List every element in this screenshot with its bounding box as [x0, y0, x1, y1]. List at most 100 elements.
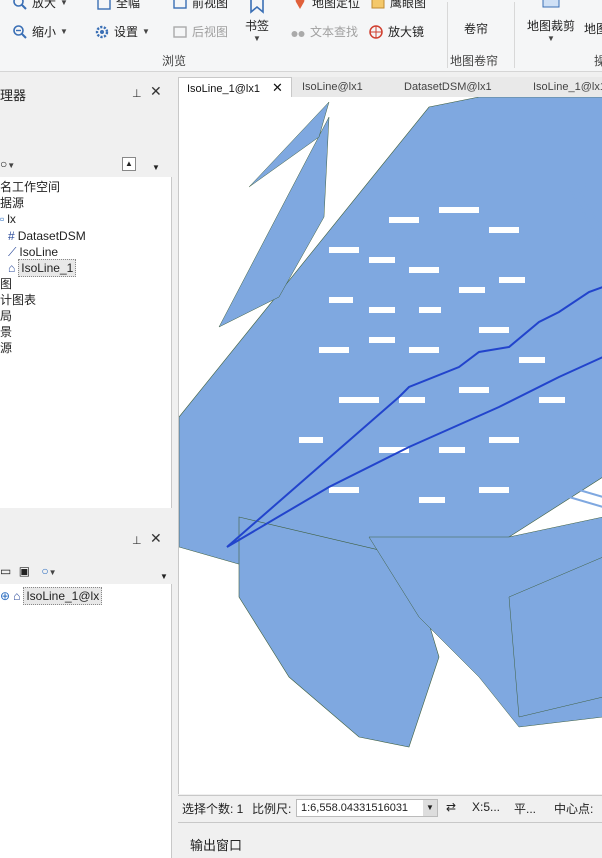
magnifier-button[interactable]: 放大镜	[368, 23, 424, 40]
collapse-up-icon[interactable]: ▲	[122, 157, 136, 171]
tab-datasetdsm[interactable]: DatasetDSM@lx1	[404, 77, 492, 97]
map-more-label: 地图	[584, 22, 602, 36]
crosshair-icon	[369, 24, 383, 39]
tree-item-isoline[interactable]: ⟋ IsoLine	[8, 244, 58, 260]
output-title: 输出窗口	[190, 838, 243, 853]
prev-view-label: 前视图	[192, 0, 229, 10]
pin-icon[interactable]: ⊥	[132, 87, 142, 100]
region-icon: ⌂	[8, 261, 16, 275]
map-canvas[interactable]	[178, 97, 602, 794]
tree-item-maps[interactable]: 图	[0, 276, 12, 292]
zoom-out-label: 缩小	[32, 25, 57, 39]
bookmark-label: 书签	[244, 19, 269, 33]
bookmark-button[interactable]: 书签 ▼	[240, 0, 274, 43]
scale-label: 比例尺:	[252, 802, 292, 816]
layer-tree: ⊕ ⌂ IsoLine_1@lx	[0, 584, 172, 858]
map-svg	[179, 97, 602, 748]
gear-icon	[95, 25, 109, 38]
search-icon[interactable]: ○	[41, 564, 48, 578]
next-view-button[interactable]: 后视图	[172, 23, 228, 40]
tab-isoline[interactable]: IsoLine@lx1	[302, 77, 363, 97]
tree-item-scenes[interactable]: 景	[0, 324, 12, 340]
tree-item-layouts[interactable]: 局	[0, 308, 12, 324]
clip-icon	[542, 0, 560, 8]
roll-button[interactable]: 卷帘	[456, 20, 496, 37]
selected-count: 选择个数: 1	[182, 802, 244, 816]
tree-item-workspace[interactable]: 名工作空间	[0, 179, 60, 195]
map-more-button[interactable]: 地图	[584, 20, 602, 37]
layer-panel-header: ⊥ ✕ ▭ ▣ ○▼ ▼	[0, 520, 172, 584]
map-clip-label: 地图裁剪	[526, 19, 575, 33]
tree-item-resources[interactable]: 源	[0, 340, 12, 356]
close-icon[interactable]: ✕	[150, 83, 162, 100]
magnifier-minus-icon	[13, 24, 27, 39]
eagle-eye-icon	[371, 0, 385, 8]
chevron-down-icon: ▼	[60, 27, 68, 36]
grid-icon: #	[8, 229, 15, 243]
chevron-down-icon: ▼	[142, 27, 150, 36]
chevron-down-icon: ▼	[547, 34, 555, 43]
pin-icon[interactable]: ⊥	[132, 534, 142, 547]
visible-toggle-icon[interactable]: ⊕	[0, 588, 10, 604]
tree-item-lx[interactable]: ▫ lx	[0, 211, 16, 227]
prev-view-button[interactable]: 前视图	[172, 0, 228, 11]
scale-input[interactable]: 1:6,558.04331516031 ▼	[296, 799, 438, 817]
chevron-down-icon: ▼	[253, 34, 261, 43]
full-extent-button[interactable]: 全幅	[96, 0, 140, 11]
zoom-in-button[interactable]: 放大 ▼	[12, 0, 68, 11]
scroll-down-icon[interactable]: ▼	[160, 572, 168, 581]
flat-toggle[interactable]: 平...	[514, 800, 536, 817]
tree-item-isoline1[interactable]: ⌂ IsoLine_1	[8, 259, 77, 277]
tab-isoline1-second[interactable]: IsoLine_1@lx1	[533, 77, 602, 97]
next-view-label: 后视图	[192, 25, 229, 39]
next-view-icon	[173, 25, 187, 38]
search-icon[interactable]: ○▼	[0, 157, 15, 171]
map-clip-button[interactable]: 地图裁剪 ▼	[524, 0, 578, 43]
chevron-down-icon[interactable]: ▼	[423, 800, 437, 816]
status-bar: 选择个数: 1 比例尺: 1:6,558.04331516031 ▼ ⇄ X:5…	[178, 795, 602, 819]
location-pin-icon	[295, 0, 305, 9]
magnifier-label: 放大镜	[388, 25, 425, 39]
text-search-button[interactable]: 文本查找	[290, 23, 358, 40]
binoculars-icon	[291, 30, 305, 37]
magnifier-plus-icon	[13, 0, 27, 10]
bookmark-icon	[250, 0, 264, 14]
text-search-label: 文本查找	[310, 25, 359, 39]
ribbon-separator	[447, 2, 448, 68]
zoom-out-button[interactable]: 缩小 ▼	[12, 23, 68, 40]
zoom-in-label: 放大	[32, 0, 57, 10]
workspace-tree: 名工作空间 据源 ▫ lx # DatasetDSM ⟋ IsoLine ⌂ I…	[0, 163, 172, 508]
tree-item-charts[interactable]: 计图表	[0, 292, 36, 308]
layer-tool-icon[interactable]: ▭	[0, 564, 11, 578]
settings-label: 设置	[114, 25, 139, 39]
chevron-down-icon: ▼	[60, 0, 68, 7]
tree-item-datasources[interactable]: 据源	[0, 195, 24, 211]
tab-isoline1-active[interactable]: IsoLine_1@lx1 ✕	[178, 77, 292, 97]
eagle-eye-button[interactable]: 鹰眼图	[370, 0, 426, 11]
close-icon[interactable]: ✕	[150, 530, 162, 547]
roll-label: 卷帘	[463, 22, 488, 36]
workspace-panel-title: 理器	[0, 88, 27, 103]
group-label-browse: 浏览	[162, 54, 187, 68]
settings-button[interactable]: 设置 ▼	[94, 23, 150, 40]
layer-item-isoline1[interactable]: ⊕ ⌂ IsoLine_1@lx	[0, 587, 103, 605]
full-extent-label: 全幅	[116, 0, 141, 10]
output-window: 输出窗口	[178, 822, 602, 858]
datasource-icon: ▫	[0, 212, 5, 226]
region-icon: ⌂	[13, 589, 21, 603]
eagle-eye-label: 鹰眼图	[390, 0, 427, 10]
map-locate-label: 地图定位	[312, 0, 361, 10]
ribbon-separator	[514, 2, 515, 68]
scale-value: 1:6,558.04331516031	[301, 802, 409, 814]
ribbon: 放大 ▼ 全幅 前视图 地图定位 鹰眼图 缩小 ▼ 设置 ▼ 后视图 文本查找 放大镜…	[0, 0, 602, 72]
layer-toolbar: ▭ ▣ ○▼	[0, 564, 57, 578]
swap-icon[interactable]: ⇄	[446, 800, 456, 814]
tree-item-datasetdsm[interactable]: # DatasetDSM	[8, 228, 86, 244]
scroll-down-icon[interactable]: ▼	[150, 163, 162, 175]
map-tabs: IsoLine_1@lx1 ✕ IsoLine@lx1 DatasetDSM@lx…	[178, 77, 602, 97]
map-locate-button[interactable]: 地图定位	[292, 0, 360, 11]
full-extent-icon	[97, 0, 111, 10]
layer-style-icon[interactable]: ▣	[19, 564, 30, 578]
workspace-panel-header: 理器 ⊥ ✕	[0, 73, 172, 153]
close-icon[interactable]: ✕	[272, 80, 283, 95]
